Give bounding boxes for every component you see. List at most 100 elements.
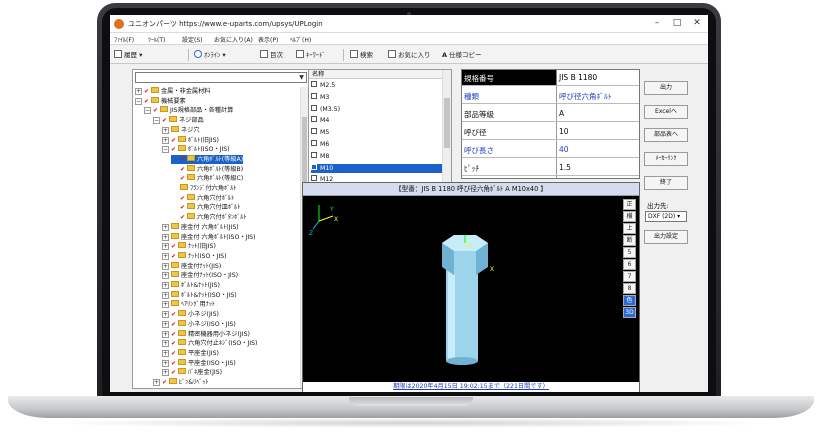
exit-button[interactable]: 終了 [644,176,688,190]
expand-icon[interactable]: + [153,379,160,386]
tree-item[interactable]: + ✔ ﾊﾞﾈ座金(JIS) [162,368,222,377]
expand-icon[interactable]: + [135,88,142,95]
expand-icon[interactable]: + [162,243,169,251]
expand-icon[interactable]: + [162,349,169,357]
view-tab[interactable]: 5 [623,247,636,258]
tree-item[interactable]: ✔ 六角ﾎﾞﾙﾄ(等級C) [171,174,243,183]
model-canvas[interactable]: Y X Z X [303,197,621,381]
size-list-item[interactable]: M4 [311,116,443,125]
size-list-item[interactable]: M8 [311,151,443,161]
size-list-item[interactable]: M6 [311,140,443,149]
close-button[interactable]: ✕ [687,17,707,30]
expand-icon[interactable]: + [162,320,169,328]
expand-icon[interactable]: + [162,282,169,289]
collapse-icon[interactable]: − [162,146,169,154]
collapse-icon[interactable]: − [144,107,151,115]
tree-item[interactable]: ✔ 六角穴付ﾎﾞﾙﾄ [171,193,234,203]
toc-button[interactable]: 目次 [260,49,283,61]
expand-icon[interactable]: + [162,272,169,280]
tree-item[interactable]: + ✔ ﾅｯﾄ(ISO・JIS) [162,251,227,261]
tree-item[interactable]: + 座金付ﾅｯﾄ(ISO・JIS) [162,271,238,280]
tree-item[interactable]: + ✔ 平座金(JIS) [162,348,219,358]
keyword-button[interactable]: ｷｰﾜｰﾄﾞ [296,49,326,61]
chevron-down-icon[interactable]: ▼ [297,73,306,82]
tree-item[interactable]: + ✔ 六角穴付止ﾈｼﾞ(ISO・JIS) [162,339,257,348]
tree-item[interactable]: + 座金付ﾅｯﾄ(JIS) [162,261,221,271]
tree-item[interactable]: + ✔ 小ネジ(ISO・JIS) [162,319,236,329]
expand-icon[interactable]: + [162,330,169,338]
expand-icon[interactable]: + [162,126,169,134]
tree-item[interactable]: ﾌﾗﾝｼﾞ付六角ﾎﾞﾙﾄ [171,184,236,193]
tree-item[interactable]: ✔ 六角穴付ﾎﾞﾀﾝﾎﾞﾙﾄ [171,213,247,222]
size-list-item[interactable]: M3 [311,92,443,102]
maker-link-button[interactable]: ﾒｰｶｰﾘﾝｸ [644,152,688,166]
size-list-item[interactable]: M2.5 [311,81,443,90]
spec-value[interactable]: 呼び径六角ﾎﾞﾙﾄ [559,91,612,102]
tree-item[interactable]: − ✔ 機械要素 [135,96,186,106]
output-format-select[interactable]: DXF (2D) ▾ [645,211,687,222]
tree-item[interactable]: + ﾍｱﾘﾝｸﾞ用ﾅｯﾄ [162,300,215,309]
expand-icon[interactable]: + [162,223,169,231]
view-tab[interactable]: 断 [623,235,636,246]
view-tab[interactable]: 3D [623,307,636,318]
view-tab[interactable]: 7 [623,271,636,282]
menu-view[interactable]: 表示(P) [258,35,278,44]
tree-item[interactable]: + ネジ穴 [162,125,200,135]
category-combo[interactable]: ▼ [135,72,307,83]
spec-copy-button[interactable]: A 仕様コピー [442,49,482,61]
tree-item[interactable]: + ✔ 平座金(ISO・JIS) [162,358,236,368]
size-list-scrollbar[interactable] [442,70,451,189]
tree-item[interactable]: ✔ 六角ﾎﾞﾙﾄ(等級B) [171,164,243,174]
tree-item[interactable]: + ✔ ﾎﾞﾙﾄ(旧JIS) [162,135,219,145]
expand-icon[interactable]: + [162,262,169,270]
maximize-button[interactable]: □ [667,17,687,30]
tree-item[interactable]: + ✔ 金属・非金属材料 [135,87,211,96]
license-expiry-link[interactable]: 期限は2020年4月15日 19:02:15まで（221日間です） [303,382,639,392]
expand-icon[interactable]: + [162,301,169,309]
tree-item[interactable]: + ✔ ﾅｯﾄ(旧JIS) [162,242,216,251]
tree-item[interactable]: ✔ 六角ﾎﾞﾙﾄ(等級A) [171,154,244,164]
view-tab[interactable]: 上 [623,223,636,234]
history-button[interactable]: 履歴 ▾ [114,49,142,61]
search-button[interactable]: 検索 [350,49,373,61]
tree-item[interactable]: ✔ 六角穴付皿ﾎﾞﾙﾄ [171,203,240,212]
parts-table-button[interactable]: 部品表へ [644,128,688,142]
tree-item[interactable]: − ✔ JIS規格部品・各種計算 [144,106,233,115]
tree-item[interactable]: + ﾎﾞﾙﾄ&ﾅｯﾄ(JIS) [162,281,220,290]
favorites-button[interactable]: お気に入り [388,49,431,61]
export-excel-button[interactable]: Excelへ [644,105,688,119]
expand-icon[interactable]: + [162,252,169,260]
expand-icon[interactable]: + [162,136,169,144]
view-tab[interactable]: 色 [623,295,636,306]
tree-item[interactable]: − ✔ ﾎﾞﾙﾄ(ISO・JIS) [162,145,230,154]
expand-icon[interactable]: + [162,233,169,241]
tree-item[interactable]: + ﾎﾞﾙﾄ&ﾅｯﾄ(ISO・JIS) [162,290,237,300]
view-tab[interactable]: 6 [623,259,636,270]
tree-item[interactable]: + ✔ 精密機器用小ネジ(JIS) [162,329,250,339]
online-button[interactable]: ｵﾝﾗｲﾝ ▾ [194,49,226,61]
menu-file[interactable]: ﾌｧｲﾙ(F) [114,35,134,44]
view-tab[interactable]: 正 [623,199,636,210]
expand-icon[interactable]: + [162,340,169,348]
collapse-icon[interactable]: − [135,97,142,105]
tree-item[interactable]: + 座金付 六角ﾎﾞﾙﾄ(ISO・JIS) [162,232,256,242]
minimize-button[interactable]: – [647,17,667,30]
tree-item[interactable]: + ✔ 小ネジ(JIS) [162,310,219,319]
menu-settings[interactable]: 設定(S) [182,35,203,44]
expand-icon[interactable]: + [162,291,169,299]
size-list-header[interactable]: 名称 [309,70,443,79]
tree-item[interactable]: + ✔ ﾋﾟﾝ&ﾘﾍﾞｯﾄ [153,378,209,387]
tree-item[interactable]: + 座金付 六角ﾎﾞﾙﾄ(JIS) [162,222,239,232]
size-list-item[interactable]: M10 [311,163,443,173]
output-settings-button[interactable]: 出力設定 [644,230,688,244]
menu-favorites[interactable]: お気に入り(A) [214,35,253,44]
spec-value[interactable]: 40 [559,145,569,154]
size-list-scroll-thumb[interactable] [444,98,450,148]
menu-tools[interactable]: ﾂｰﾙ(T) [148,35,165,44]
size-list-item[interactable]: (M3.5) [311,104,443,114]
view-tab[interactable]: 8 [623,283,636,294]
view-tab[interactable]: 横 [623,211,636,222]
collapse-icon[interactable]: − [153,117,160,125]
tree-item[interactable]: − ✔ ネジ部品 [153,116,204,125]
expand-icon[interactable]: + [162,359,169,367]
